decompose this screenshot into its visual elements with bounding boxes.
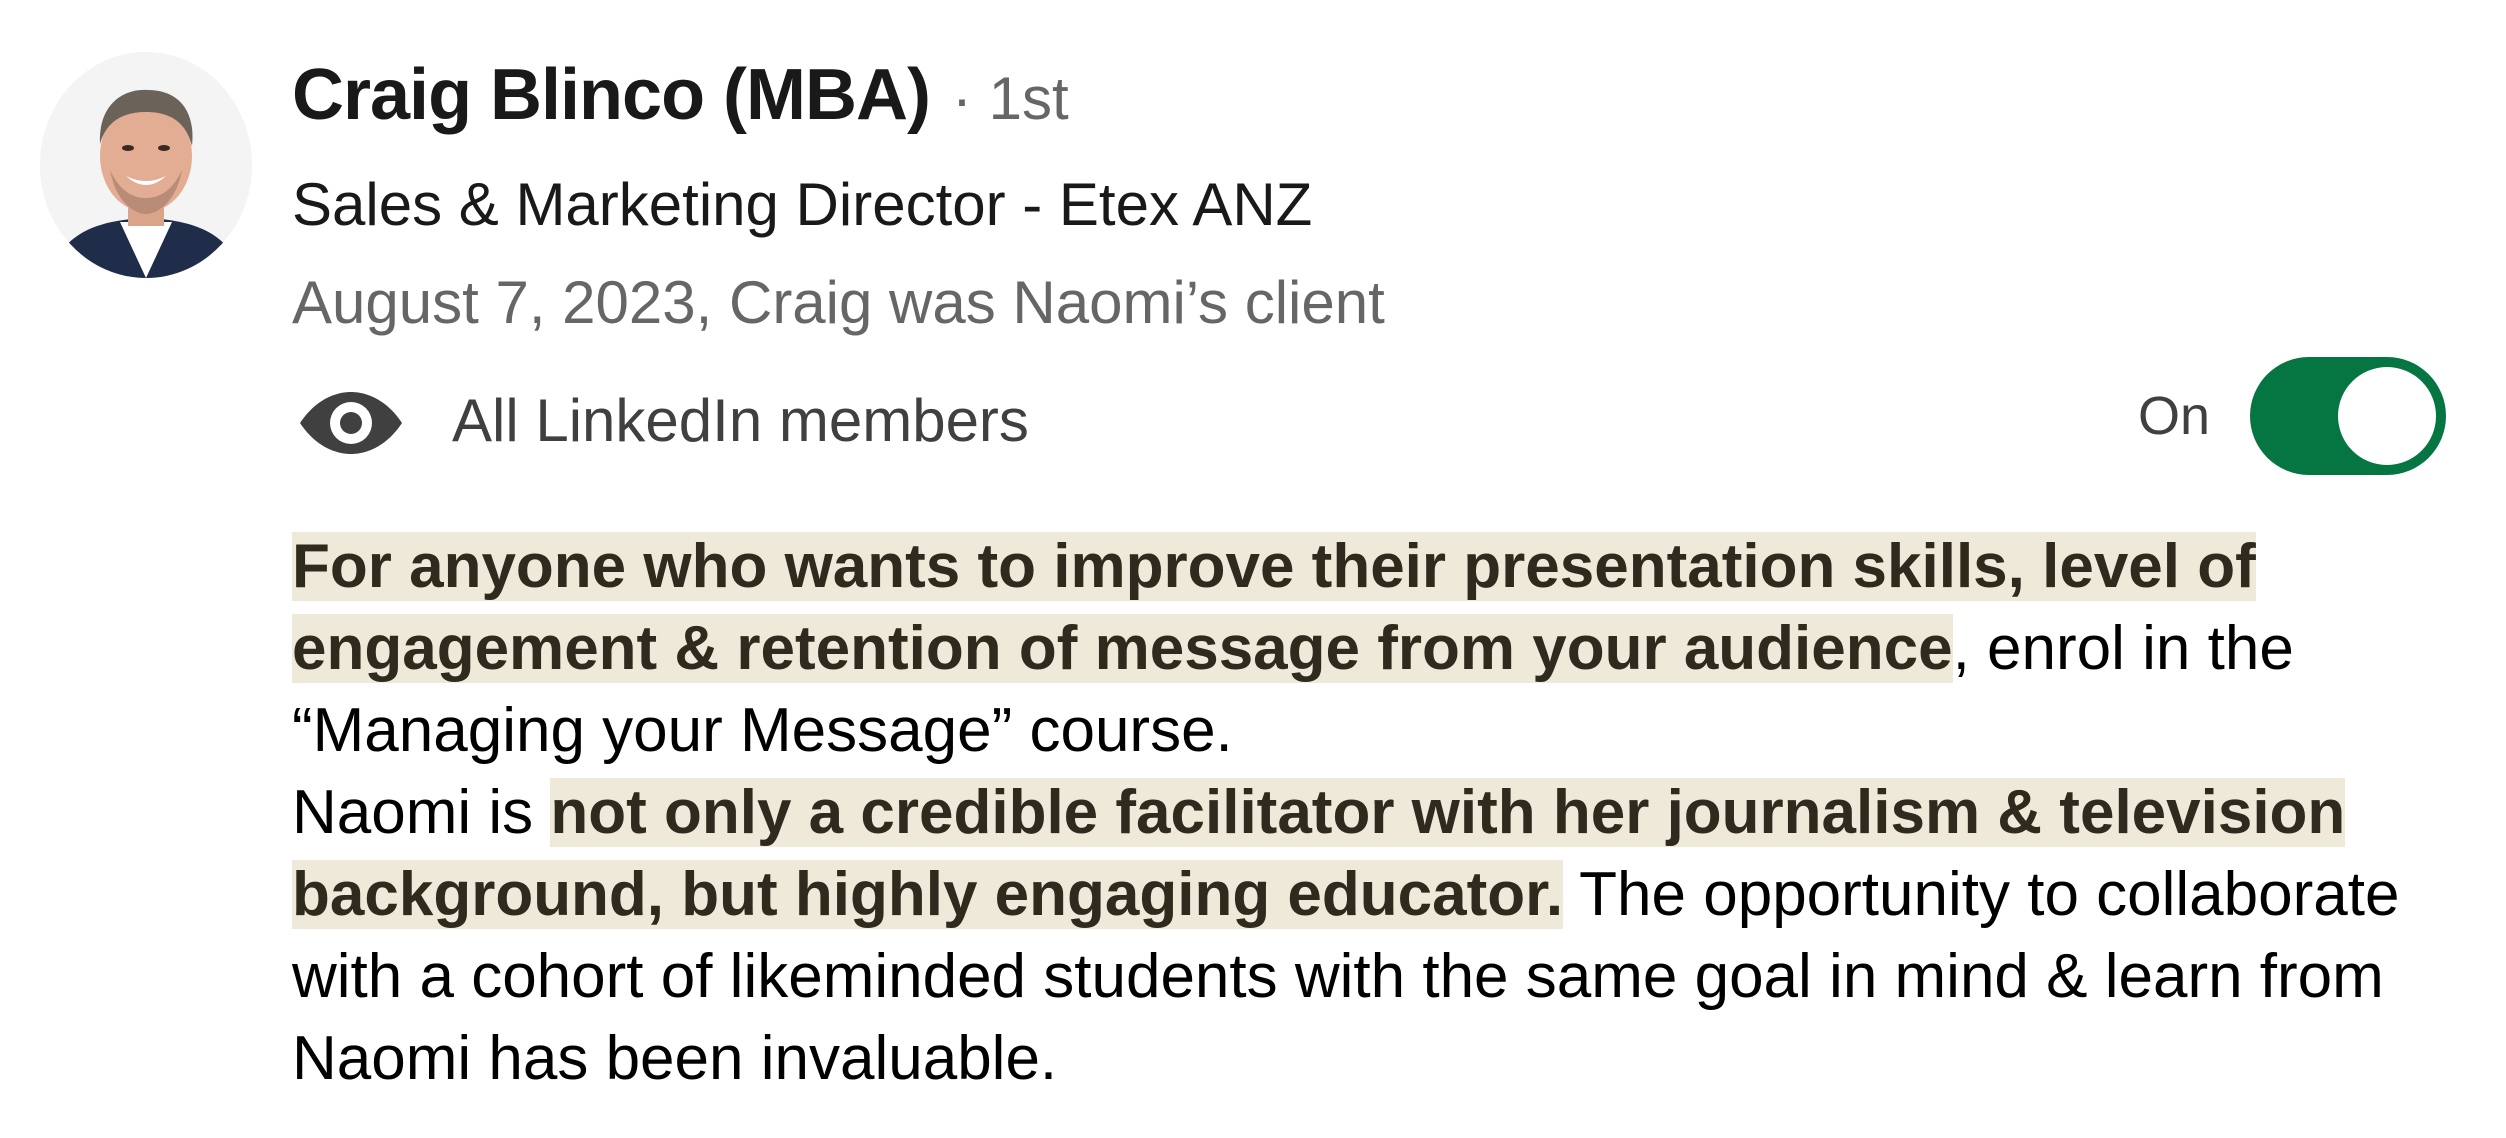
toggle-knob[interactable] [2338,367,2436,465]
recommendation-text: For anyone who wants to improve their pr… [292,526,2492,1100]
avatar[interactable] [40,52,252,278]
recommendation-date-relationship: August 7, 2023, Craig was Naomi’s client [292,269,1385,336]
visibility-toggle[interactable] [2250,357,2446,475]
recommendation-paragraph-1: For anyone who wants to improve their pr… [292,526,2492,772]
profile-photo [40,52,252,278]
eye-icon [300,392,402,454]
name-line: Craig Blinco (MBA) · 1st [292,54,1069,154]
visibility-row: All LinkedIn members On [292,357,2446,475]
paragraph-text: Naomi is [292,778,551,847]
connection-degree: · 1st [951,65,1069,132]
visibility-toggle-group: On [2138,356,2446,476]
recommendation-paragraph-2: Naomi is not only a credible facilitator… [292,772,2492,1100]
recommender-name[interactable]: Craig Blinco (MBA) [292,54,931,136]
recommender-headline: Sales & Marketing Director - Etex ANZ [292,171,1313,238]
toggle-state-label: On [2137,386,2210,446]
visibility-label: All LinkedIn members [452,387,1029,454]
